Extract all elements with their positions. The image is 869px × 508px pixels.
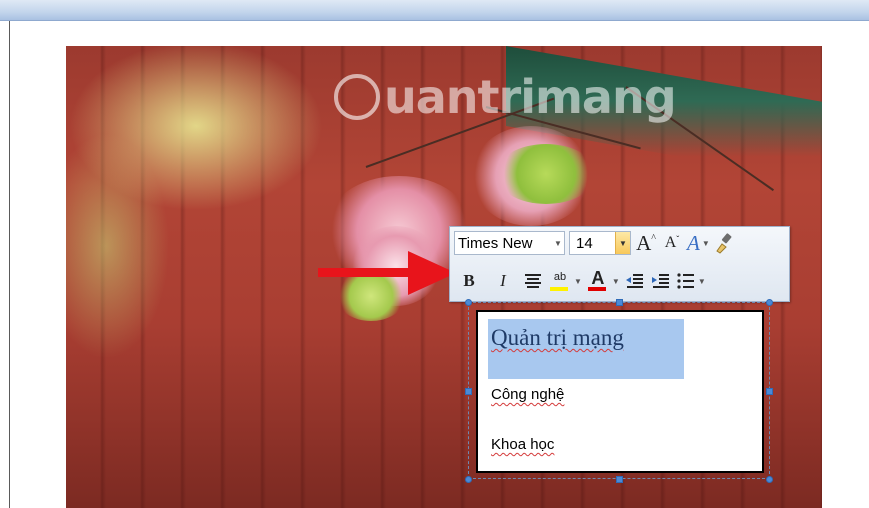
resize-handle[interactable]: [766, 299, 773, 306]
chevron-down-icon: ▼: [701, 238, 710, 248]
highlight-label: ab: [553, 271, 567, 283]
format-painter-button[interactable]: [714, 231, 736, 255]
font-color-button[interactable]: A ▼: [586, 267, 620, 293]
decrease-indent-icon: [625, 274, 643, 288]
mini-formatting-toolbar: Times New ▼ 14 ▼ A ^ Aˇ A ▼ B I ab ▼ A ▼…: [449, 226, 790, 302]
resize-handle[interactable]: [465, 299, 472, 306]
bullet-list-icon: [677, 273, 694, 289]
font-size-value: 14: [576, 234, 593, 252]
red-arrow-icon: [318, 251, 456, 295]
highlight-button[interactable]: ab ▼: [548, 269, 582, 293]
increase-indent-button[interactable]: [650, 269, 672, 293]
shrink-font-label: A: [664, 234, 677, 251]
font-name-value: Times New: [458, 234, 533, 252]
chevron-down-icon: ▼: [697, 276, 706, 286]
italic-button[interactable]: I: [492, 269, 514, 293]
highlighter-icon: ab: [548, 269, 572, 293]
down-caret-icon: ˇ: [676, 234, 680, 244]
leaf-cluster: [496, 144, 596, 204]
font-color-icon: A: [586, 267, 610, 293]
resize-handle[interactable]: [616, 476, 623, 483]
highlight-color-swatch: [550, 287, 568, 291]
selected-text-highlight[interactable]: Quản trị mạng: [488, 319, 684, 379]
grow-font-label: A: [636, 230, 652, 255]
textbox-line-2[interactable]: Công nghệ: [491, 386, 564, 403]
chevron-down-icon: ▼: [574, 276, 582, 286]
styles-label: A: [687, 230, 700, 255]
textbox-line-3[interactable]: Khoa học: [491, 436, 554, 453]
resize-handle[interactable]: [465, 388, 472, 395]
toolbar-row-2: B I ab ▼ A ▼ ▼: [454, 267, 706, 295]
decrease-indent-button[interactable]: [624, 269, 646, 293]
bullets-button[interactable]: ▼: [676, 269, 706, 293]
increase-indent-icon: [651, 274, 669, 288]
up-caret-icon: ^: [651, 232, 656, 244]
align-center-icon: [525, 274, 541, 288]
paintbrush-icon: [716, 233, 732, 254]
watermark-text: uantrimang: [384, 70, 677, 124]
resize-handle[interactable]: [465, 476, 472, 483]
watermark-logo-icon: [334, 74, 380, 120]
styles-button[interactable]: A ▼: [687, 231, 710, 255]
toolbar-row-1: Times New ▼ 14 ▼ A ^ Aˇ A ▼: [454, 229, 736, 257]
center-align-button[interactable]: [522, 269, 544, 293]
chevron-down-icon[interactable]: ▼: [552, 239, 564, 248]
shrink-font-button[interactable]: Aˇ: [661, 231, 683, 255]
font-size-box[interactable]: 14 ▼: [569, 231, 631, 255]
chevron-down-icon[interactable]: ▼: [615, 232, 630, 254]
font-name-box[interactable]: Times New ▼: [454, 231, 565, 255]
chevron-down-icon: ▼: [611, 276, 620, 286]
font-color-label: A: [591, 267, 605, 288]
font-color-swatch: [587, 287, 606, 291]
grow-font-button[interactable]: A ^: [635, 231, 657, 255]
resize-handle[interactable]: [766, 476, 773, 483]
resize-handle[interactable]: [616, 299, 623, 306]
window-top-bar: [0, 0, 869, 21]
resize-handle[interactable]: [766, 388, 773, 395]
textbox-line-1[interactable]: Quản trị mạng: [491, 325, 624, 351]
bold-button[interactable]: B: [458, 269, 480, 293]
